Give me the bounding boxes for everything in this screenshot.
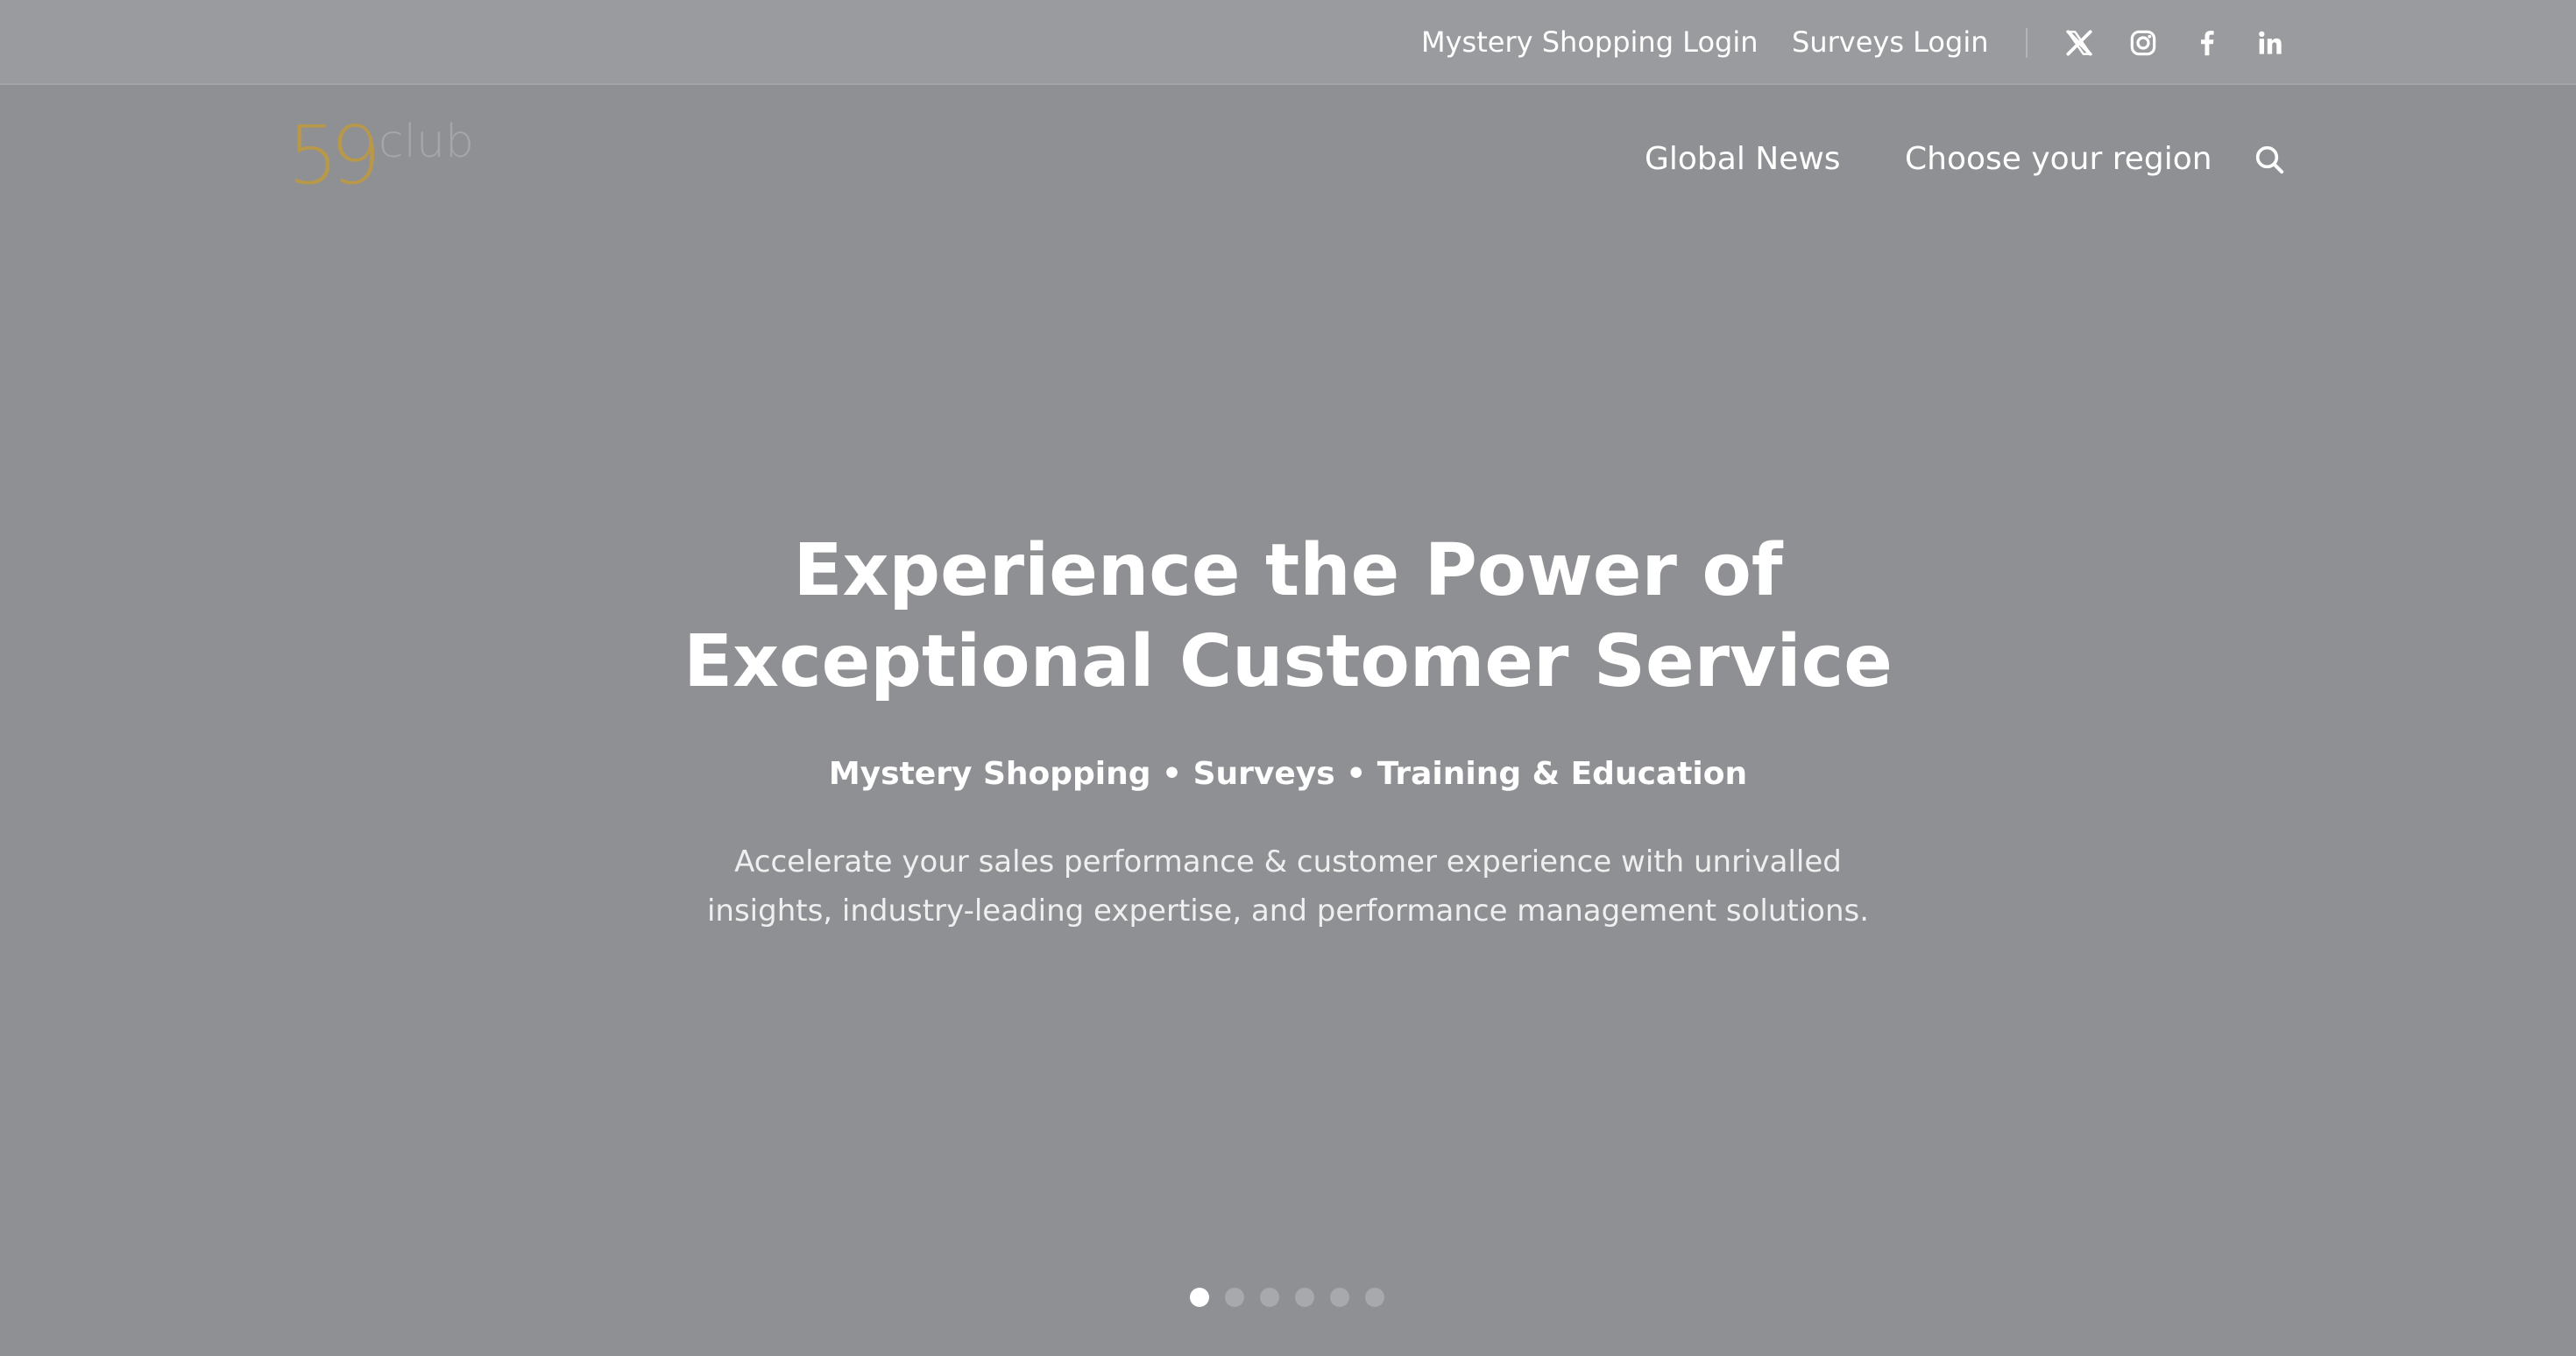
top-utility-bar: Mystery Shopping Login Surveys Login (0, 0, 2576, 85)
mystery-shopping-login-link[interactable]: Mystery Shopping Login (1421, 23, 1759, 61)
hero-description-line: insights, industry-leading expertise, an… (706, 893, 1870, 929)
x-twitter-icon[interactable] (2063, 26, 2096, 60)
site-logo[interactable]: 59 club (287, 112, 480, 200)
carousel-dot[interactable] (1365, 1288, 1384, 1307)
hero-title: Experience the Power of Exceptional Cust… (412, 526, 2164, 708)
carousel-dot[interactable] (1330, 1288, 1349, 1307)
nav-choose-region[interactable]: Choose your region (1905, 138, 2212, 180)
hero-description: Accelerate your sales performance & cust… (499, 837, 2077, 936)
search-icon[interactable] (2252, 142, 2287, 177)
logo-number: 59 (287, 109, 381, 202)
hero-subtitle: Mystery Shopping • Surveys • Training & … (828, 756, 1748, 792)
topbar-divider (2026, 28, 2028, 58)
carousel-pagination (1190, 1288, 1384, 1309)
logo-text: club (379, 116, 475, 168)
carousel-dot[interactable] (1295, 1288, 1314, 1307)
nav-global-news[interactable]: Global News (1645, 138, 1841, 180)
hero-title-line: Experience the Power of (793, 529, 1783, 612)
linkedin-icon[interactable] (2254, 26, 2287, 60)
hero-description-line: Accelerate your sales performance & cust… (734, 844, 1842, 879)
surveys-login-link[interactable]: Surveys Login (1792, 23, 1988, 61)
carousel-dot[interactable] (1225, 1288, 1244, 1307)
hero-title-line: Exceptional Customer Service (683, 620, 1893, 703)
carousel-dot[interactable] (1190, 1288, 1209, 1307)
carousel-dot[interactable] (1260, 1288, 1279, 1307)
instagram-icon[interactable] (2127, 26, 2160, 60)
facebook-icon[interactable] (2190, 26, 2224, 60)
